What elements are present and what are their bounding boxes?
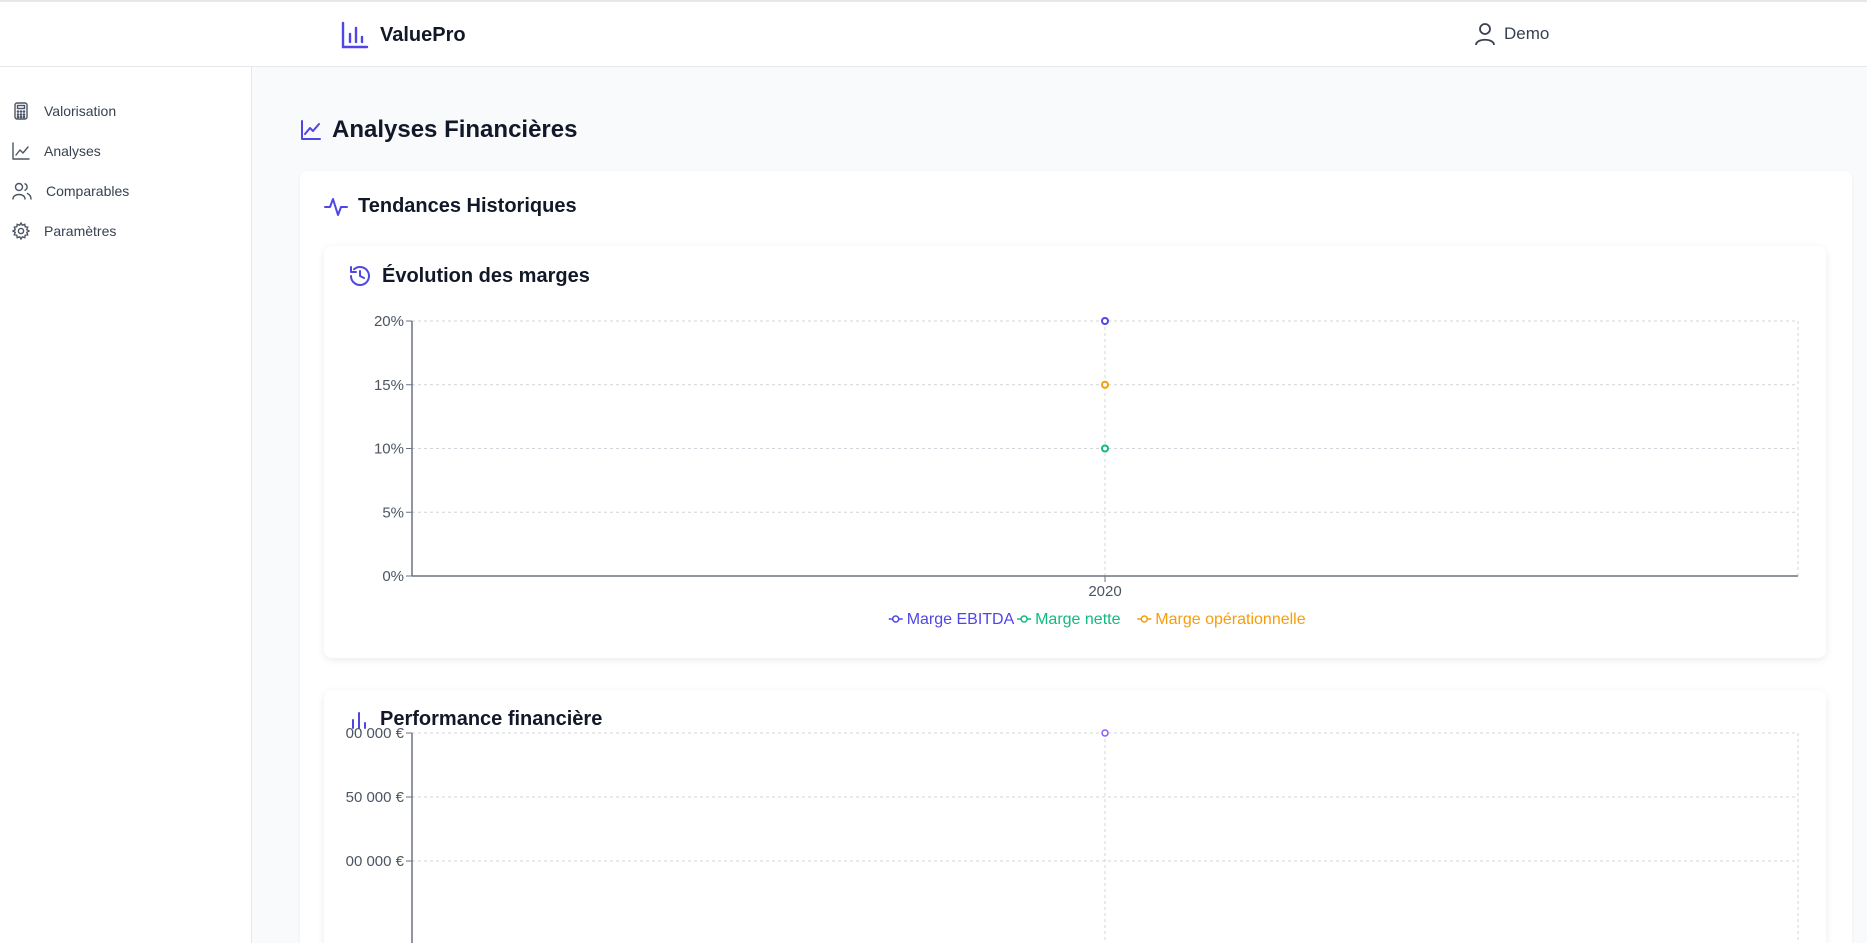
sidebar-item-label: Paramètres (44, 223, 117, 239)
data-point (1101, 317, 1109, 325)
gear-icon (12, 222, 30, 240)
user-icon (1475, 23, 1495, 46)
sidebar-item-parametres[interactable]: Paramètres (0, 211, 251, 251)
sidebar-item-valorisation[interactable]: Valorisation (0, 91, 251, 131)
legend-swatch-marker (1020, 615, 1028, 623)
activity-icon (324, 197, 348, 216)
brand-name: ValuePro (380, 23, 466, 46)
y-tick-label: 5% (382, 504, 404, 521)
sidebar-item-analyses[interactable]: Analyses (0, 131, 251, 171)
y-tick-label: 50 000 € (346, 789, 405, 806)
sidebar-item-comparables[interactable]: Comparables (0, 171, 251, 211)
legend-label: Marge opérationnelle (1155, 611, 1305, 628)
chart-legend: Marge EBITDA Marge nette Marge opérationne… (888, 611, 1306, 628)
data-point (1101, 380, 1109, 389)
user-menu[interactable]: Demo (1474, 22, 1549, 46)
margins-chart-panel: Évolution des marges 0% 5% 10% 15% 20% 2020 Ma… (324, 246, 1826, 658)
sidebar-item-label: Valorisation (44, 103, 117, 119)
y-tick-label: 0% (382, 568, 404, 585)
legend-label: Marge nette (1035, 611, 1120, 628)
data-point (1101, 444, 1109, 453)
brand[interactable]: ValuePro (340, 20, 466, 50)
legend-swatch-marker (891, 615, 900, 623)
sidebar-item-label: Comparables (46, 183, 130, 199)
y-tick-label: 00 000 € (346, 853, 405, 870)
users-icon (12, 182, 32, 200)
y-tick-label: 20% (374, 313, 404, 330)
calculator-icon (14, 102, 28, 120)
legend-label: Marge EBITDA (907, 611, 1015, 628)
bar-chart-icon (341, 21, 369, 49)
line-chart-icon (301, 120, 321, 140)
data-point (1101, 729, 1109, 737)
performance-chart-panel: Performance financière 00 000 €50 000 €0… (324, 690, 1826, 943)
card-header: Tendances Historiques (324, 195, 577, 218)
x-tick-label: 2020 (1088, 583, 1121, 600)
top-bar: ValuePro Demo (0, 0, 1867, 67)
page-title: Analyses Financières (332, 116, 578, 143)
margins-chart: 0% 5% 10% 15% 20% 2020 Marge EBITDA Marge nette… (374, 313, 1799, 628)
performance-chart: 00 000 € 50 000 € 00 000 € (346, 725, 1799, 943)
y-tick-label: 00 000 € (346, 725, 405, 742)
line-chart-icon (12, 142, 30, 160)
sidebar-item-label: Analyses (44, 143, 101, 159)
y-tick-label: 10% (374, 441, 404, 458)
page-header: Analyses Financières (300, 116, 577, 144)
sidebar: Valorisation Analyses Comparables Paramè… (0, 67, 252, 943)
historical-trends-card: Tendances Historiques Évolution des marg… (300, 171, 1852, 943)
legend-swatch-marker (1140, 615, 1149, 623)
y-tick-label: 15% (374, 377, 404, 394)
card-title: Tendances Historiques (358, 195, 577, 217)
user-name: Demo (1504, 24, 1550, 43)
